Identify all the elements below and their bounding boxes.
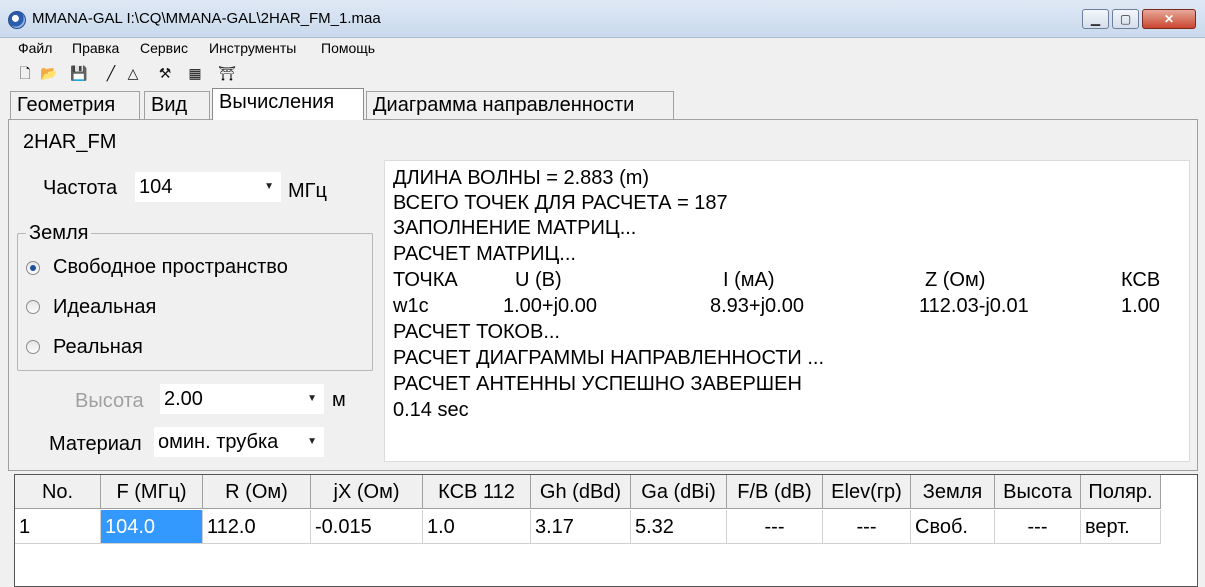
table-cell[interactable]: ---: [995, 510, 1081, 544]
radio-free-space-label[interactable]: Свободное пространство: [53, 256, 288, 279]
tab-radiation-pattern[interactable]: Диаграмма направленности: [366, 91, 674, 119]
open-folder-icon[interactable]: 📂: [40, 64, 58, 82]
wire-icon[interactable]: ╱: [102, 64, 120, 82]
col-header-height[interactable]: Высота: [995, 475, 1081, 509]
close-button[interactable]: ✕: [1142, 9, 1196, 29]
col-header-swr[interactable]: КСВ 112: [423, 475, 531, 509]
radio-free-space[interactable]: [26, 261, 40, 275]
col-header-no[interactable]: No.: [15, 475, 101, 509]
point-impedance: 112.03-j0.01: [919, 295, 1029, 317]
table-cell[interactable]: 1.0: [423, 510, 531, 544]
table-cell[interactable]: верт.: [1081, 510, 1161, 544]
point-name: w1c: [393, 295, 429, 317]
table-cell[interactable]: ---: [823, 510, 911, 544]
chevron-down-icon[interactable]: ▼: [264, 173, 274, 201]
app-globe-icon: [8, 11, 26, 29]
point-header-current: I (мА): [723, 269, 775, 291]
table-cell[interactable]: Своб.: [911, 510, 995, 544]
output-line: РАСЧЕТ АНТЕННЫ УСПЕШНО ЗАВЕРШЕН: [393, 373, 802, 395]
table-cell[interactable]: 5.32: [631, 510, 727, 544]
table-cell[interactable]: 3.17: [531, 510, 631, 544]
calculator-icon[interactable]: ▦: [186, 64, 204, 82]
menu-help[interactable]: Помощь: [321, 40, 375, 56]
output-line: ДЛИНА ВОЛНЫ = 2.883 (m): [393, 167, 650, 189]
triangle-icon[interactable]: △: [124, 64, 142, 82]
radio-real[interactable]: [26, 340, 40, 354]
col-header-gh[interactable]: Gh (dBd): [531, 475, 631, 509]
ground-title: Земля: [26, 222, 92, 245]
point-voltage: 1.00+j0.00: [503, 295, 597, 317]
point-swr: 1.00: [1121, 295, 1160, 317]
point-header-swr: КСВ: [1121, 269, 1161, 291]
menu-file[interactable]: Файл: [18, 40, 52, 56]
point-current: 8.93+j0.00: [710, 295, 804, 317]
menu-tools[interactable]: Инструменты: [209, 40, 296, 56]
radio-perfect[interactable]: [26, 300, 40, 314]
output-line: РАСЧЕТ МАТРИЦ...: [393, 243, 576, 265]
new-file-icon[interactable]: 🗋: [16, 64, 34, 82]
col-header-ground[interactable]: Земля: [911, 475, 995, 509]
material-combo[interactable]: омин. трубка ▼: [154, 427, 324, 457]
radio-perfect-label[interactable]: Идеальная: [53, 296, 156, 319]
menu-edit[interactable]: Правка: [72, 40, 119, 56]
chevron-down-icon[interactable]: ▼: [307, 428, 317, 456]
frequency-label: Частота: [43, 177, 118, 199]
frequency-combo[interactable]: 104 ▼: [135, 172, 281, 202]
height-value: 2.00: [164, 388, 203, 410]
output-line: РАСЧЕТ ТОКОВ...: [393, 321, 560, 343]
results-table: No. F (МГц) R (Ом) jX (Ом) КСВ 112 Gh (d…: [14, 474, 1198, 587]
table-cell-selected[interactable]: 104.0: [101, 510, 203, 544]
col-header-fb[interactable]: F/B (dB): [727, 475, 823, 509]
output-line: ЗАПОЛНЕНИЕ МАТРИЦ...: [393, 217, 637, 239]
tab-view[interactable]: Вид: [144, 91, 210, 119]
window-title: MMANA-GAL I:\CQ\MMANA-GAL\2HAR_FM_1.maa: [32, 10, 381, 27]
toolbar: 🗋 📂 💾 ╱ △ ⚒ ▦ ⛩: [0, 60, 1205, 86]
antenna-name: 2HAR_FM: [23, 131, 117, 153]
col-header-ga[interactable]: Ga (dBi): [631, 475, 727, 509]
radio-real-label[interactable]: Реальная: [53, 336, 143, 359]
height-unit: м: [332, 389, 346, 411]
col-header-polarization[interactable]: Поляр.: [1081, 475, 1161, 509]
menu-bar: Файл Правка Сервис Инструменты Помощь: [0, 38, 1205, 60]
point-header-point: ТОЧКА: [393, 269, 458, 291]
chevron-down-icon[interactable]: ▼: [307, 385, 317, 413]
title-bar: MMANA-GAL I:\CQ\MMANA-GAL\2HAR_FM_1.maa …: [0, 0, 1205, 38]
table-cell[interactable]: -0.015: [311, 510, 423, 544]
frequency-unit: МГц: [288, 180, 327, 202]
output-line: 0.14 sec: [393, 399, 469, 421]
col-header-r[interactable]: R (Ом): [203, 475, 311, 509]
antenna-icon[interactable]: ⛩: [218, 64, 236, 82]
table-cell[interactable]: ---: [727, 510, 823, 544]
frequency-value: 104: [139, 176, 173, 198]
material-value: омин. трубка: [158, 431, 279, 453]
height-label: Высота: [75, 390, 144, 412]
tools-icon[interactable]: ⚒: [156, 64, 174, 82]
output-line: ВСЕГО ТОЧЕК ДЛЯ РАСЧЕТА = 187: [393, 192, 728, 214]
material-label: Материал: [49, 433, 142, 455]
col-header-frequency[interactable]: F (МГц): [101, 475, 203, 509]
output-line: РАСЧЕТ ДИАГРАММЫ НАПРАВЛЕННОСТИ ...: [393, 347, 825, 369]
table-cell[interactable]: 112.0: [203, 510, 311, 544]
calculation-output: ДЛИНА ВОЛНЫ = 2.883 (m) ВСЕГО ТОЧЕК ДЛЯ …: [384, 160, 1190, 462]
tab-calculations[interactable]: Вычисления: [212, 88, 364, 120]
col-header-elev[interactable]: Elev(гр): [823, 475, 911, 509]
col-header-jx[interactable]: jX (Ом): [311, 475, 423, 509]
minimize-button[interactable]: ▁: [1082, 9, 1109, 29]
point-header-voltage: U (В): [515, 269, 562, 291]
maximize-button[interactable]: ▢: [1112, 9, 1139, 29]
save-icon[interactable]: 💾: [70, 64, 88, 82]
height-combo[interactable]: 2.00 ▼: [160, 384, 324, 414]
tab-geometry[interactable]: Геометрия: [10, 91, 140, 119]
point-header-impedance: Z (Ом): [925, 269, 986, 291]
table-cell[interactable]: 1: [15, 510, 101, 544]
menu-service[interactable]: Сервис: [140, 40, 188, 56]
